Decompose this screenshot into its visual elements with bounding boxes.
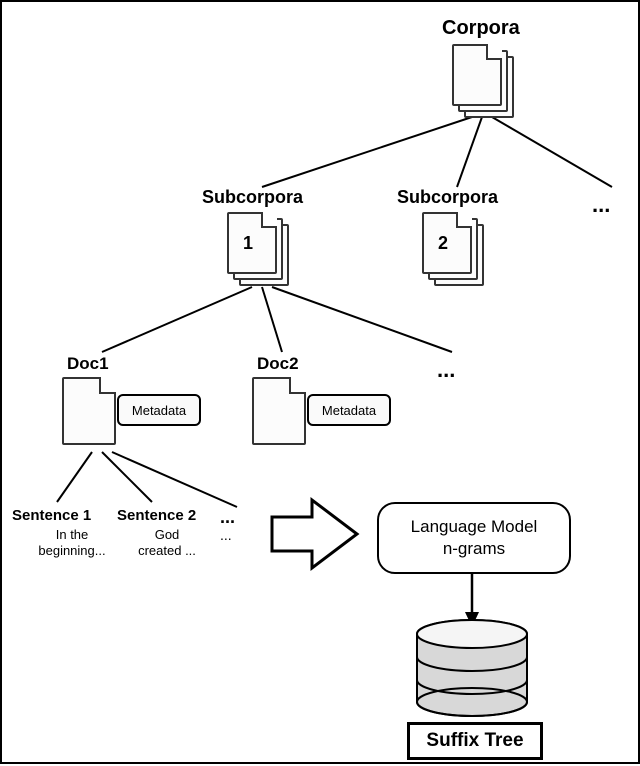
suffix-tree-label: Suffix Tree xyxy=(426,730,523,752)
subcorpora2-title: Subcorpora xyxy=(397,187,498,208)
language-model-box: Language Model n-grams xyxy=(377,502,571,574)
doc1-metadata: Metadata xyxy=(117,394,201,426)
sentence1-line2: beginning... xyxy=(38,543,105,558)
subcorpora1-title: Subcorpora xyxy=(202,187,303,208)
sentence-more2: ... xyxy=(220,527,232,544)
sentence1-line1: In the xyxy=(56,527,89,542)
doc1-metadata-label: Metadata xyxy=(132,403,186,418)
langmodel-line1: Language Model xyxy=(411,516,538,538)
subcorpora-more: ... xyxy=(592,192,610,218)
sentence2-line1: God xyxy=(155,527,180,542)
sentence2-line2: created ... xyxy=(138,543,196,558)
sentence1-title: Sentence 1 xyxy=(12,507,91,524)
sentence1-text: In the beginning... xyxy=(32,527,112,558)
doc2-metadata: Metadata xyxy=(307,394,391,426)
langmodel-line2: n-grams xyxy=(443,538,505,560)
corpora-title: Corpora xyxy=(442,17,520,40)
sentence-more: ... xyxy=(220,507,235,528)
doc2-metadata-label: Metadata xyxy=(322,403,376,418)
sentence2-text: God created ... xyxy=(127,527,207,558)
doc1-title: Doc1 xyxy=(67,354,109,374)
doc-more: ... xyxy=(437,357,455,383)
subcorpora1-num: 1 xyxy=(243,233,253,254)
subcorpora2-num: 2 xyxy=(438,233,448,254)
diagram-frame: Corpora Subcorpora 1 Subcorpora 2 ... Do… xyxy=(0,0,640,764)
doc2-title: Doc2 xyxy=(257,354,299,374)
suffix-tree-box: Suffix Tree xyxy=(407,722,543,760)
sentence2-title: Sentence 2 xyxy=(117,507,196,524)
